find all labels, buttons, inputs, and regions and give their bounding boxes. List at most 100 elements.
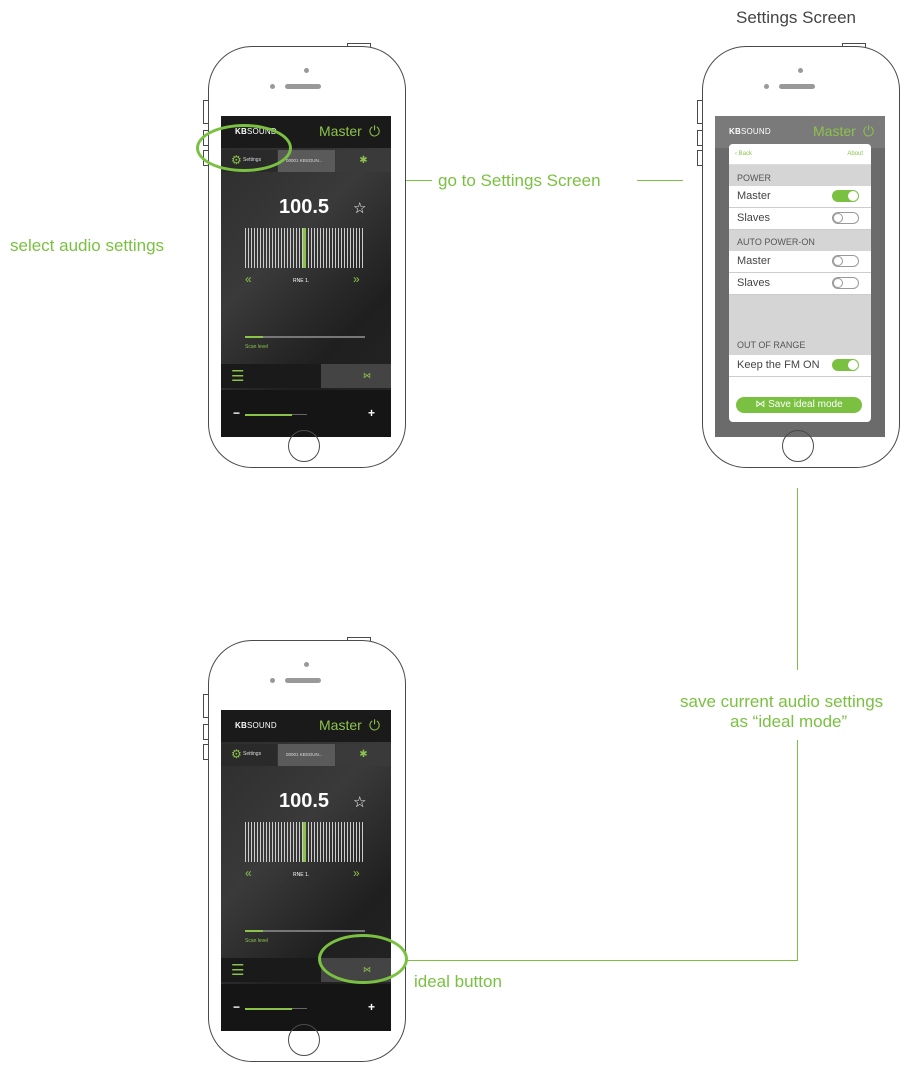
tuner-tick bbox=[344, 822, 345, 862]
tuner-tick bbox=[275, 822, 276, 862]
tuner-tick bbox=[275, 228, 276, 268]
tuner-tick bbox=[341, 822, 342, 862]
seek-prev-button[interactable]: « bbox=[245, 272, 252, 286]
ideal-icon: ⋈ bbox=[755, 399, 769, 410]
settings-highlight-circle bbox=[196, 124, 292, 172]
home-button[interactable] bbox=[782, 430, 814, 462]
select-audio-label: select audio settings bbox=[10, 236, 165, 255]
toggle-keep-fm[interactable] bbox=[832, 359, 859, 371]
tuner-needle[interactable] bbox=[303, 228, 306, 268]
tuner-tick bbox=[362, 228, 363, 268]
tuner-needle[interactable] bbox=[303, 822, 306, 862]
bluetooth-icon[interactable]: ✱ bbox=[336, 744, 391, 766]
tuner-tick bbox=[320, 228, 321, 268]
camera-icon bbox=[304, 662, 309, 667]
tuner-tick bbox=[281, 228, 282, 268]
tuner-dial[interactable] bbox=[245, 822, 365, 862]
volume-slider[interactable] bbox=[245, 1007, 307, 1010]
power-icon[interactable]: ⏻ bbox=[369, 123, 380, 140]
volume-slider[interactable] bbox=[245, 413, 307, 416]
scan-level-fill bbox=[245, 336, 263, 338]
tuner-tick bbox=[323, 822, 324, 862]
tuner-tick bbox=[362, 822, 363, 862]
tuner-tick bbox=[266, 822, 267, 862]
scan-level-bar[interactable] bbox=[245, 336, 365, 338]
list-icon[interactable]: ☰ bbox=[231, 961, 244, 979]
tuner-tick bbox=[263, 822, 264, 862]
sensor-dot bbox=[270, 678, 275, 683]
power-icon[interactable]: ⏻ bbox=[369, 717, 380, 734]
home-button[interactable] bbox=[288, 430, 320, 462]
settings-screen-title: Settings Screen bbox=[736, 8, 857, 27]
save-current-label-2: as “ideal mode” bbox=[730, 712, 848, 731]
toggle-power-slaves[interactable] bbox=[832, 212, 859, 224]
tuner-tick bbox=[284, 228, 285, 268]
power-icon[interactable]: ⏻ bbox=[863, 123, 874, 140]
mode-label: Master bbox=[319, 717, 362, 733]
app-header: KBSOUND Master ⏻ bbox=[221, 710, 391, 742]
ideal-button[interactable]: ⋈ bbox=[321, 364, 391, 388]
tuner-tick bbox=[269, 822, 270, 862]
tuner-tick bbox=[344, 228, 345, 268]
seek-next-button[interactable]: » bbox=[353, 866, 360, 880]
tuner-tick bbox=[350, 822, 351, 862]
brand-logo: KBSOUND bbox=[235, 721, 277, 730]
volume-down-button[interactable]: − bbox=[233, 406, 240, 420]
tuner-tick bbox=[293, 228, 294, 268]
seek-next-button[interactable]: » bbox=[353, 272, 360, 286]
volume-fill bbox=[245, 1007, 292, 1010]
tuner-tick bbox=[347, 822, 348, 862]
toggle-auto-master[interactable] bbox=[832, 255, 859, 267]
volume-up-button[interactable]: + bbox=[368, 1000, 375, 1014]
home-button[interactable] bbox=[288, 1024, 320, 1056]
tuner-tick bbox=[272, 228, 273, 268]
toggle-power-master[interactable] bbox=[832, 190, 859, 202]
tuner-tick bbox=[320, 822, 321, 862]
tuner-tick bbox=[329, 228, 330, 268]
save-ideal-mode-button[interactable]: ⋈ Save ideal mode bbox=[736, 397, 862, 413]
seek-prev-button[interactable]: « bbox=[245, 866, 252, 880]
speaker-grille bbox=[285, 678, 321, 683]
station-name: RNE 1. bbox=[293, 872, 310, 878]
tuner-tick bbox=[314, 822, 315, 862]
star-icon[interactable]: ☆ bbox=[353, 793, 366, 811]
tuner-tick bbox=[257, 822, 258, 862]
tuner-tick bbox=[260, 822, 261, 862]
tuner-tick bbox=[341, 228, 342, 268]
volume-down-button[interactable]: − bbox=[233, 1000, 240, 1014]
tuner-tick bbox=[308, 228, 309, 268]
tuner-tick bbox=[278, 228, 279, 268]
list-icon[interactable]: ☰ bbox=[231, 367, 244, 385]
tuner-dial[interactable] bbox=[245, 228, 365, 268]
tuner-tick bbox=[299, 228, 300, 268]
section-out-of-range: OUT OF RANGE bbox=[729, 295, 871, 355]
scan-level-label: Scan level bbox=[245, 938, 269, 944]
row-auto-master: Master bbox=[729, 251, 871, 273]
phone-frame: KBSOUND Master ⏻ ⚙ Settings 00001 KBSOUN.… bbox=[208, 46, 406, 468]
tuner-tick bbox=[248, 822, 249, 862]
tab-settings[interactable]: ⚙ Settings bbox=[221, 744, 277, 766]
row-auto-slaves: Slaves bbox=[729, 273, 871, 295]
tuner-tick bbox=[269, 228, 270, 268]
speaker-grille bbox=[285, 84, 321, 89]
section-power: POWER bbox=[729, 165, 871, 186]
bluetooth-icon[interactable]: ✱ bbox=[336, 150, 391, 172]
about-link[interactable]: About bbox=[847, 151, 863, 157]
toggle-auto-slaves[interactable] bbox=[832, 277, 859, 289]
tuner-tick bbox=[329, 822, 330, 862]
settings-nav: ‹ Back About bbox=[729, 144, 871, 165]
tuner-tick bbox=[332, 822, 333, 862]
tuner-tick bbox=[314, 228, 315, 268]
tuner-tick bbox=[251, 822, 252, 862]
bottom-toolbar: ☰ ⋈ bbox=[221, 364, 391, 388]
back-button[interactable]: ‹ Back bbox=[735, 151, 752, 157]
tuner-tick bbox=[287, 228, 288, 268]
tuner-tick bbox=[245, 228, 246, 268]
scan-level-bar[interactable] bbox=[245, 930, 365, 932]
row-power-master: Master bbox=[729, 186, 871, 208]
tuner-tick bbox=[353, 822, 354, 862]
star-icon[interactable]: ☆ bbox=[353, 199, 366, 217]
tuner-tick bbox=[338, 228, 339, 268]
volume-up-button[interactable]: + bbox=[368, 406, 375, 420]
tab-device[interactable]: 00001 KBSOUN... bbox=[278, 744, 335, 766]
